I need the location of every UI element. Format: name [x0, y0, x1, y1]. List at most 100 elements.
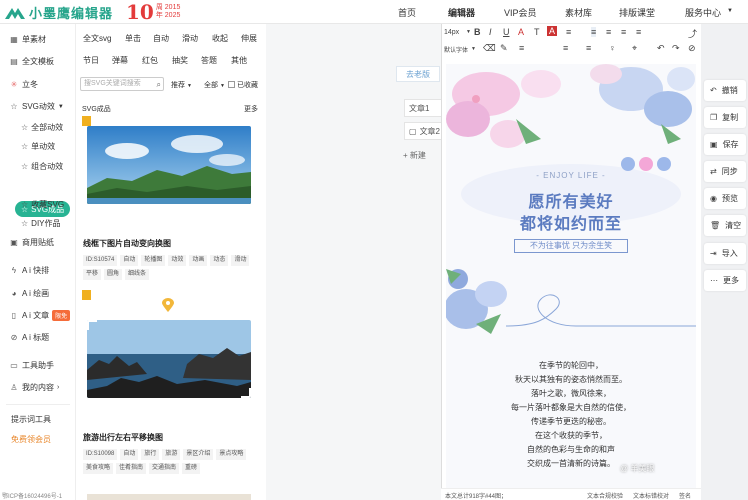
tab-redpacket[interactable]: 红包 [142, 55, 158, 66]
proofread-button[interactable]: 文本标错校对 [633, 491, 669, 500]
svg-sub-all[interactable]: ☆ 全部动效 [21, 122, 63, 133]
undo-button[interactable]: ↶ [657, 43, 665, 54]
old-version-button[interactable]: 去老版 [396, 66, 440, 82]
tag[interactable]: 旅游 [162, 449, 181, 460]
sidebar-item-ai-quick[interactable]: ϟ A i 快排 [9, 265, 49, 276]
tag[interactable]: 圆角 [104, 269, 123, 280]
tag[interactable]: 动态 [210, 255, 229, 266]
filter-all[interactable]: 全部 ▼ [204, 80, 225, 90]
format-painter-button[interactable]: ✎ [500, 43, 508, 54]
checkbox[interactable] [228, 81, 235, 88]
sidebar-item-lidong[interactable]: ✳ 立冬 [9, 79, 38, 90]
nav-editor[interactable]: 编辑器 [448, 6, 475, 19]
tag[interactable]: 自动 [120, 255, 139, 266]
new-doc-button[interactable]: + 新建 [403, 150, 426, 161]
free-vip-link[interactable]: 免费领会员 [11, 434, 51, 445]
bold-button[interactable]: B [474, 27, 481, 37]
emoji-button[interactable]: ♀ [609, 43, 616, 53]
tab-other[interactable]: 其他 [231, 55, 247, 66]
tag[interactable]: 旅行 [141, 449, 160, 460]
anchor-button[interactable]: ⌖ [632, 43, 637, 54]
doc-tab-2[interactable]: ▢ 文章2 [404, 122, 444, 140]
clear-format-button[interactable]: ⌫ [483, 43, 496, 54]
more-action-button[interactable]: ⋯ 更多 [704, 270, 746, 291]
redo-button[interactable]: ↷ [672, 43, 680, 54]
tab-danmaku[interactable]: 弹幕 [112, 55, 128, 66]
signature-button[interactable]: 签名 [679, 491, 691, 500]
font-color-button[interactable]: A [518, 27, 524, 37]
sidebar-item-tools[interactable]: ▭ 工具助手 [9, 360, 54, 371]
filter-favorited[interactable]: 已收藏 [228, 80, 258, 90]
article-canvas[interactable]: - ENJOY LIFE - 愿所有美好 都将如约而至 不为往事忧 只为余生笑 … [446, 64, 696, 488]
search-input[interactable]: 搜SVG关键词搜索 ⌕ [80, 77, 164, 91]
italic-button[interactable]: I [489, 27, 492, 37]
indent-button[interactable]: ⤴ [688, 27, 697, 40]
line-height-button[interactable]: ≡ [566, 27, 571, 37]
sidebar-item-template[interactable]: ▤ 全文模板 [9, 56, 54, 67]
tab-lottery[interactable]: 抽奖 [172, 55, 188, 66]
tab-quiz[interactable]: 答题 [201, 55, 217, 66]
material-card[interactable]: 旅游出行左右平移换图 ID:S10098 自动 旅行 旅游 景区介绍 景点攻略 … [82, 290, 258, 480]
tag[interactable]: 交通指南 [149, 463, 180, 474]
clear-action-button[interactable]: 🗑 清空 [704, 215, 746, 236]
sidebar-item-ai-title[interactable]: ⊘ A i 标题 [9, 332, 49, 343]
sidebar-item-ai-paint[interactable]: ◕ A i 绘画 [9, 288, 50, 299]
clear-button[interactable]: ⊘ [688, 43, 696, 54]
nav-service[interactable]: 服务中心 [685, 6, 721, 19]
tab-extend[interactable]: 伸展 [241, 33, 257, 44]
sync-action-button[interactable]: ⇄ 同步 [704, 161, 746, 182]
prompt-tool-link[interactable]: 提示词工具 [11, 414, 51, 425]
filter-recommend[interactable]: 推荐 ▼ [171, 80, 192, 90]
undo-action-button[interactable]: ↶ 撤销 [704, 80, 746, 101]
tag[interactable]: 景区介绍 [183, 449, 214, 460]
tag[interactable]: 动画 [189, 255, 208, 266]
nav-course[interactable]: 排版课堂 [619, 6, 655, 19]
nav-materials[interactable]: 素材库 [565, 6, 592, 19]
copy-action-button[interactable]: ❐ 复制 [704, 107, 746, 128]
sidebar-item-svg[interactable]: ☆ SVG动效 ▼ [9, 101, 63, 112]
tab-click[interactable]: 单击 [125, 33, 141, 44]
tab-collapse[interactable]: 收起 [212, 33, 228, 44]
import-action-button[interactable]: ⇥ 导入 [704, 243, 746, 264]
tag[interactable]: 景点攻略 [216, 449, 247, 460]
tag[interactable]: 自动 [120, 449, 139, 460]
tag[interactable]: 平移 [83, 269, 102, 280]
save-action-button[interactable]: ▣ 保存 [704, 134, 746, 155]
nav-home[interactable]: 首页 [398, 6, 416, 19]
preview-action-button[interactable]: ◉ 预览 [704, 188, 746, 209]
tag[interactable]: 滑动 [231, 255, 250, 266]
tag[interactable]: 佳肴指南 [116, 463, 147, 474]
align-center-button[interactable]: ≡ [606, 27, 611, 37]
compliance-check-button[interactable]: 文本合规校验 [587, 491, 623, 500]
svg-sub-fav[interactable]: ☆ 收藏SVG [21, 199, 64, 210]
tag[interactable]: 细线条 [125, 269, 150, 280]
border-button[interactable]: ≡ [586, 43, 591, 53]
list-button[interactable]: ≡ [519, 43, 524, 53]
underline-button[interactable]: U [503, 27, 510, 37]
spacing-button[interactable]: ≡ [563, 43, 568, 53]
tab-slide[interactable]: 滑动 [182, 33, 198, 44]
align-right-button[interactable]: ≡ [621, 27, 626, 37]
align-justify-button[interactable]: ≡ [636, 27, 641, 37]
sidebar-item-single[interactable]: ▦ 单素材 [9, 34, 46, 45]
more-link[interactable]: 更多 [244, 104, 258, 114]
tag[interactable]: 动效 [168, 255, 187, 266]
sidebar-item-my[interactable]: ♙ 我的内容 › [9, 382, 59, 393]
svg-sub-diy[interactable]: ☆ DIY作品 [21, 218, 61, 229]
doc-tab-1[interactable]: 文章1 [404, 99, 444, 117]
tab-auto[interactable]: 自动 [153, 33, 169, 44]
tab-fullsvg[interactable]: 全文svg [83, 33, 111, 44]
text-style-button[interactable]: T [534, 27, 540, 37]
svg-sub-single[interactable]: ☆ 单动效 [21, 141, 55, 152]
sidebar-item-sticker[interactable]: ▣ 商用贴纸 [9, 237, 54, 248]
align-left-button[interactable]: ≡ [591, 27, 597, 37]
sidebar-item-ai-article[interactable]: ▯ A i 文章 限免 [9, 310, 71, 321]
nav-vip[interactable]: VIP会员 [504, 6, 537, 19]
font-size-select[interactable]: 14px [444, 29, 459, 36]
tag[interactable]: 重磅 [182, 463, 201, 474]
tab-festival[interactable]: 节日 [83, 55, 99, 66]
bg-color-button[interactable]: A [547, 26, 558, 36]
font-family-select[interactable]: 默认字体 [444, 45, 468, 54]
svg-sub-combo[interactable]: ☆ 组合动效 [21, 161, 63, 172]
material-card[interactable]: 线框下图片自动变向换图 ID:S10574 自动 轮播图 动效 动画 动态 滑动… [82, 116, 258, 286]
